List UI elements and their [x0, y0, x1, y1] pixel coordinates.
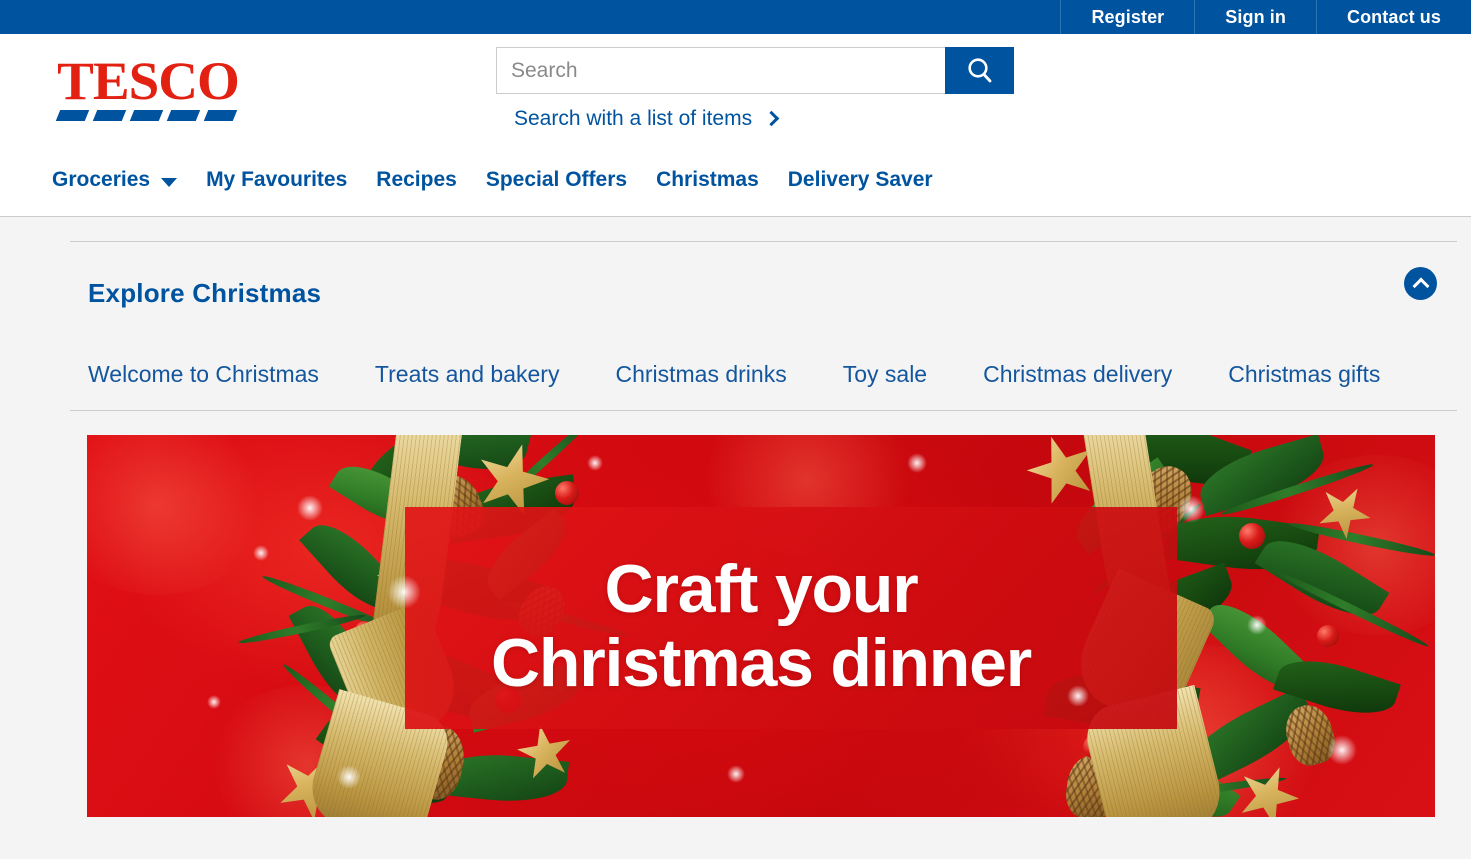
- chevron-right-icon: [763, 110, 780, 126]
- nav-special-offers-label: Special Offers: [485, 168, 628, 191]
- nav-item-delivery-saver[interactable]: Delivery Saver: [788, 168, 933, 192]
- chevron-up-icon: [1412, 277, 1429, 295]
- nav-delivery-saver-label: Delivery Saver: [787, 168, 933, 191]
- logo-dash: [92, 110, 127, 121]
- nav-recipes-label: Recipes: [376, 168, 457, 191]
- search-with-list-link[interactable]: Search with a list of items: [514, 107, 780, 131]
- tesco-logo-wordmark: TESCO: [57, 51, 240, 111]
- subnav-item-christmas-gifts[interactable]: Christmas gifts: [1228, 361, 1380, 388]
- subnav-item-christmas-drinks[interactable]: Christmas drinks: [615, 361, 786, 388]
- hero-text-plate: [405, 507, 1177, 729]
- explore-christmas-title: Explore Christmas: [88, 278, 322, 308]
- explore-collapse-button[interactable]: [1404, 267, 1437, 300]
- section-divider-top: [70, 241, 1457, 242]
- christmas-dinner-hero-banner[interactable]: Craft your Christmas dinner: [87, 435, 1435, 817]
- nav-item-christmas[interactable]: Christmas: [656, 168, 759, 192]
- search-bar: [496, 47, 1014, 94]
- tesco-logo[interactable]: TESCO: [55, 51, 241, 121]
- topbar-register-label: Register: [1091, 6, 1165, 27]
- topbar-sign-in-label: Sign in: [1225, 6, 1286, 27]
- nav-groceries-label: Groceries: [52, 168, 151, 191]
- christmas-subnavigation: Welcome to Christmas Treats and bakery C…: [88, 361, 1448, 388]
- search-icon: [967, 57, 991, 82]
- subnav-item-welcome-to-christmas[interactable]: Welcome to Christmas: [88, 361, 319, 388]
- logo-dash: [166, 110, 201, 121]
- nav-my-favourites-label: My Favourites: [206, 168, 348, 191]
- nav-item-groceries[interactable]: Groceries: [52, 168, 178, 192]
- search-submit-button[interactable]: [945, 47, 1014, 94]
- primary-navigation: Groceries My Favourites Recipes Special …: [52, 168, 962, 192]
- nav-item-my-favourites[interactable]: My Favourites: [206, 168, 347, 192]
- logo-dash: [55, 110, 90, 121]
- subnav-item-treats-and-bakery[interactable]: Treats and bakery: [375, 361, 560, 388]
- section-divider-middle: [70, 410, 1457, 411]
- topbar-item-sign-in[interactable]: Sign in: [1194, 0, 1316, 34]
- nav-christmas-label: Christmas: [656, 168, 759, 191]
- topbar-contact-us-label: Contact us: [1346, 6, 1441, 27]
- topbar-item-contact-us[interactable]: Contact us: [1315, 0, 1471, 34]
- explore-christmas-section: Explore Christmas Welcome to Christmas T…: [0, 218, 1471, 859]
- top-utility-bar: Register Sign in Contact us: [0, 0, 1471, 34]
- tesco-logo-dashes: [55, 110, 238, 122]
- subnav-item-christmas-delivery[interactable]: Christmas delivery: [983, 361, 1172, 388]
- nav-item-recipes[interactable]: Recipes: [376, 168, 457, 192]
- subnav-item-toy-sale[interactable]: Toy sale: [843, 361, 927, 388]
- logo-dash: [129, 110, 164, 121]
- chevron-down-icon: [161, 177, 178, 187]
- topbar-item-register[interactable]: Register: [1060, 0, 1194, 34]
- search-with-list-label: Search with a list of items: [514, 107, 753, 130]
- site-header: TESCO Search with a list of items Grocer…: [0, 34, 1471, 217]
- logo-dash: [203, 110, 238, 121]
- nav-item-special-offers[interactable]: Special Offers: [486, 168, 627, 192]
- search-input[interactable]: [496, 47, 945, 94]
